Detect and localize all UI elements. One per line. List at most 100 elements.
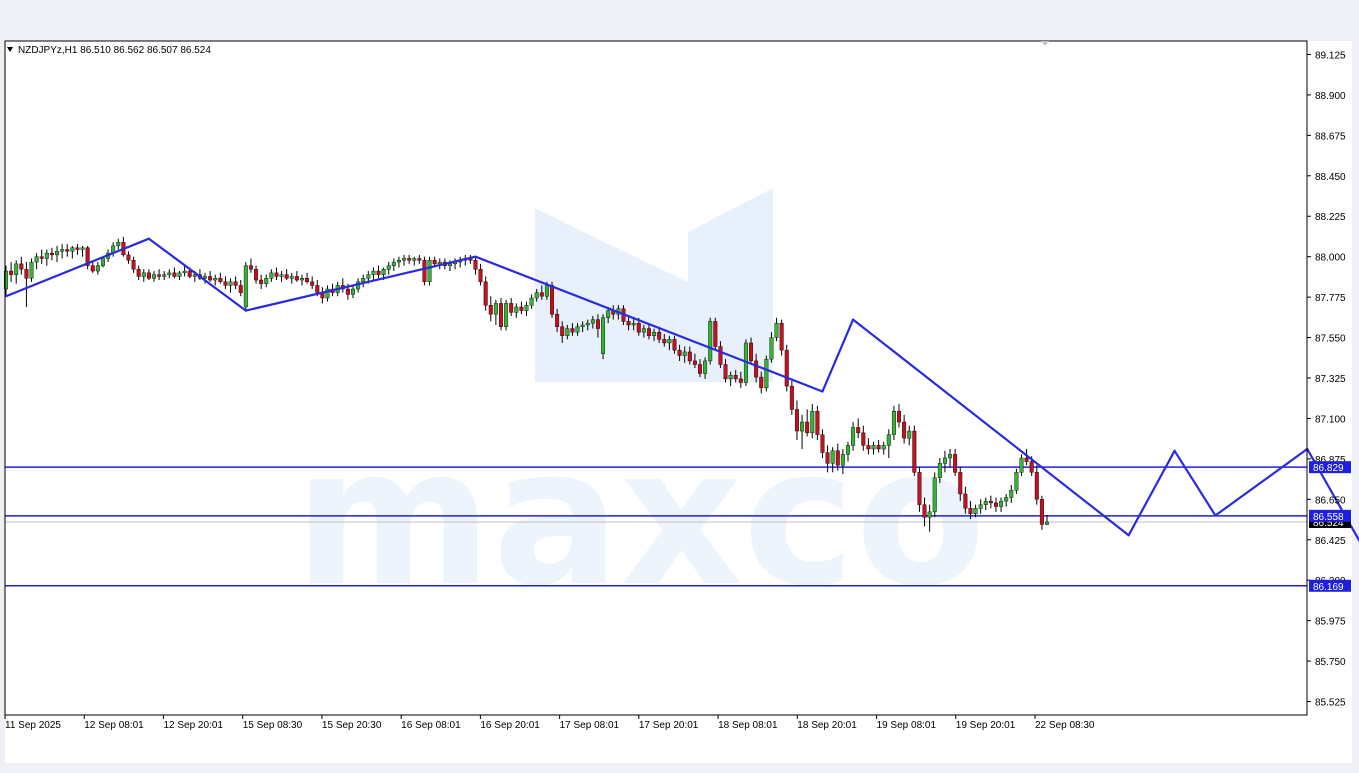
- candle-body: [504, 303, 509, 327]
- candle-body: [269, 272, 274, 279]
- candle-body: [274, 272, 279, 277]
- candle-body: [800, 421, 805, 432]
- time-tick-label: 18 Sep 20:01: [797, 720, 857, 731]
- candle-body: [90, 265, 95, 272]
- candle-body: [478, 269, 483, 283]
- price-tick-label: 86.425: [1315, 536, 1346, 547]
- candle-body: [1024, 457, 1029, 462]
- time-tick-label: 12 Sep 08:01: [84, 720, 144, 731]
- time-tick-label: 17 Sep 08:01: [560, 720, 620, 731]
- candle-body: [999, 500, 1004, 507]
- chart-panel-background: [5, 41, 1352, 763]
- candle-body: [284, 274, 289, 279]
- candle-body: [1045, 521, 1049, 525]
- candle-body: [259, 279, 264, 284]
- candle-body: [606, 310, 611, 318]
- candle-body: [968, 508, 973, 514]
- time-tick-label: 12 Sep 20:01: [163, 720, 223, 731]
- candle-body: [228, 281, 233, 286]
- candle-body: [116, 242, 121, 247]
- price-tick-label: 87.100: [1315, 414, 1346, 425]
- candle-body: [958, 472, 963, 495]
- candle-body: [70, 247, 75, 252]
- price-tick-label: 88.000: [1315, 253, 1346, 264]
- candle-body: [417, 258, 422, 261]
- candlestick-chart[interactable]: maxco 89.125 88.900 88.675 88.450 88.225 88.0…: [0, 0, 1359, 773]
- candle-body: [565, 328, 570, 336]
- candle-body: [9, 270, 14, 275]
- candle-body: [402, 258, 407, 261]
- candle-body: [177, 272, 182, 277]
- candle-body: [60, 249, 65, 252]
- candle-body: [963, 493, 968, 509]
- candle-body: [49, 252, 54, 256]
- candle-body: [407, 258, 412, 261]
- candle-body: [912, 430, 917, 473]
- svg-text:maxco: maxco: [294, 407, 986, 628]
- candle-body: [718, 346, 723, 365]
- price-tick-label: 87.775: [1315, 293, 1346, 304]
- candle-body: [580, 324, 585, 327]
- candle-body: [289, 276, 294, 279]
- candle-body: [749, 342, 754, 362]
- candle-body: [366, 274, 371, 279]
- candle-body: [871, 445, 876, 450]
- candle-body: [386, 265, 391, 270]
- candle-body: [1014, 472, 1019, 491]
- candle-body: [345, 288, 350, 295]
- candle-body: [187, 270, 192, 277]
- candle-body: [80, 247, 85, 250]
- level-price-badge-label: 86.829: [1313, 463, 1344, 474]
- candle-body: [652, 331, 657, 336]
- candle-body: [759, 376, 764, 389]
- chart-window: maxco 89.125 88.900 88.675 88.450 88.225 88.0…: [0, 0, 1359, 773]
- candle-body: [692, 360, 697, 365]
- candle-body: [794, 409, 799, 432]
- candle-body: [825, 452, 830, 464]
- candle-body: [937, 463, 942, 478]
- time-tick-label: 17 Sep 20:01: [639, 720, 699, 731]
- candle-body: [845, 445, 850, 455]
- candle-body: [529, 297, 534, 306]
- candle-body: [488, 305, 493, 315]
- candle-body: [789, 385, 794, 410]
- candle-body: [29, 261, 34, 279]
- time-tick-label: 16 Sep 20:01: [480, 720, 540, 731]
- candle-body: [75, 247, 80, 250]
- candle-body: [310, 281, 315, 286]
- candle-body: [942, 457, 947, 464]
- candle-body: [100, 258, 105, 266]
- candle-body: [953, 454, 958, 473]
- candle-body: [1034, 472, 1039, 500]
- candle-body: [631, 322, 636, 326]
- candle-body: [1019, 457, 1024, 473]
- candle-body: [157, 274, 162, 277]
- candle-body: [544, 285, 549, 297]
- candle-body: [498, 303, 503, 327]
- candle-body: [539, 292, 544, 297]
- candle-body: [555, 313, 560, 327]
- candle-body: [595, 319, 600, 329]
- candle-body: [917, 472, 922, 505]
- level-price-badge-label: 86.558: [1313, 512, 1344, 523]
- candle-body: [636, 322, 641, 333]
- candle-body: [218, 278, 223, 283]
- candle-body: [351, 288, 355, 295]
- candle-body: [65, 249, 70, 252]
- candle-body: [44, 252, 49, 259]
- candle-body: [886, 434, 891, 446]
- candle-body: [769, 337, 774, 360]
- candle-body: [585, 322, 590, 326]
- candle-body: [1009, 490, 1014, 498]
- price-tick-label: 85.975: [1315, 617, 1346, 628]
- candle-body: [24, 269, 29, 279]
- candle-body: [146, 272, 151, 279]
- price-tick-label: 88.900: [1315, 91, 1346, 102]
- candle-body: [590, 319, 595, 324]
- candle-body: [509, 303, 514, 313]
- candle-body: [677, 349, 682, 356]
- candle-body: [39, 256, 44, 259]
- candle-body: [641, 328, 646, 333]
- candle-body: [810, 411, 815, 434]
- price-tick-label: 85.525: [1315, 698, 1346, 709]
